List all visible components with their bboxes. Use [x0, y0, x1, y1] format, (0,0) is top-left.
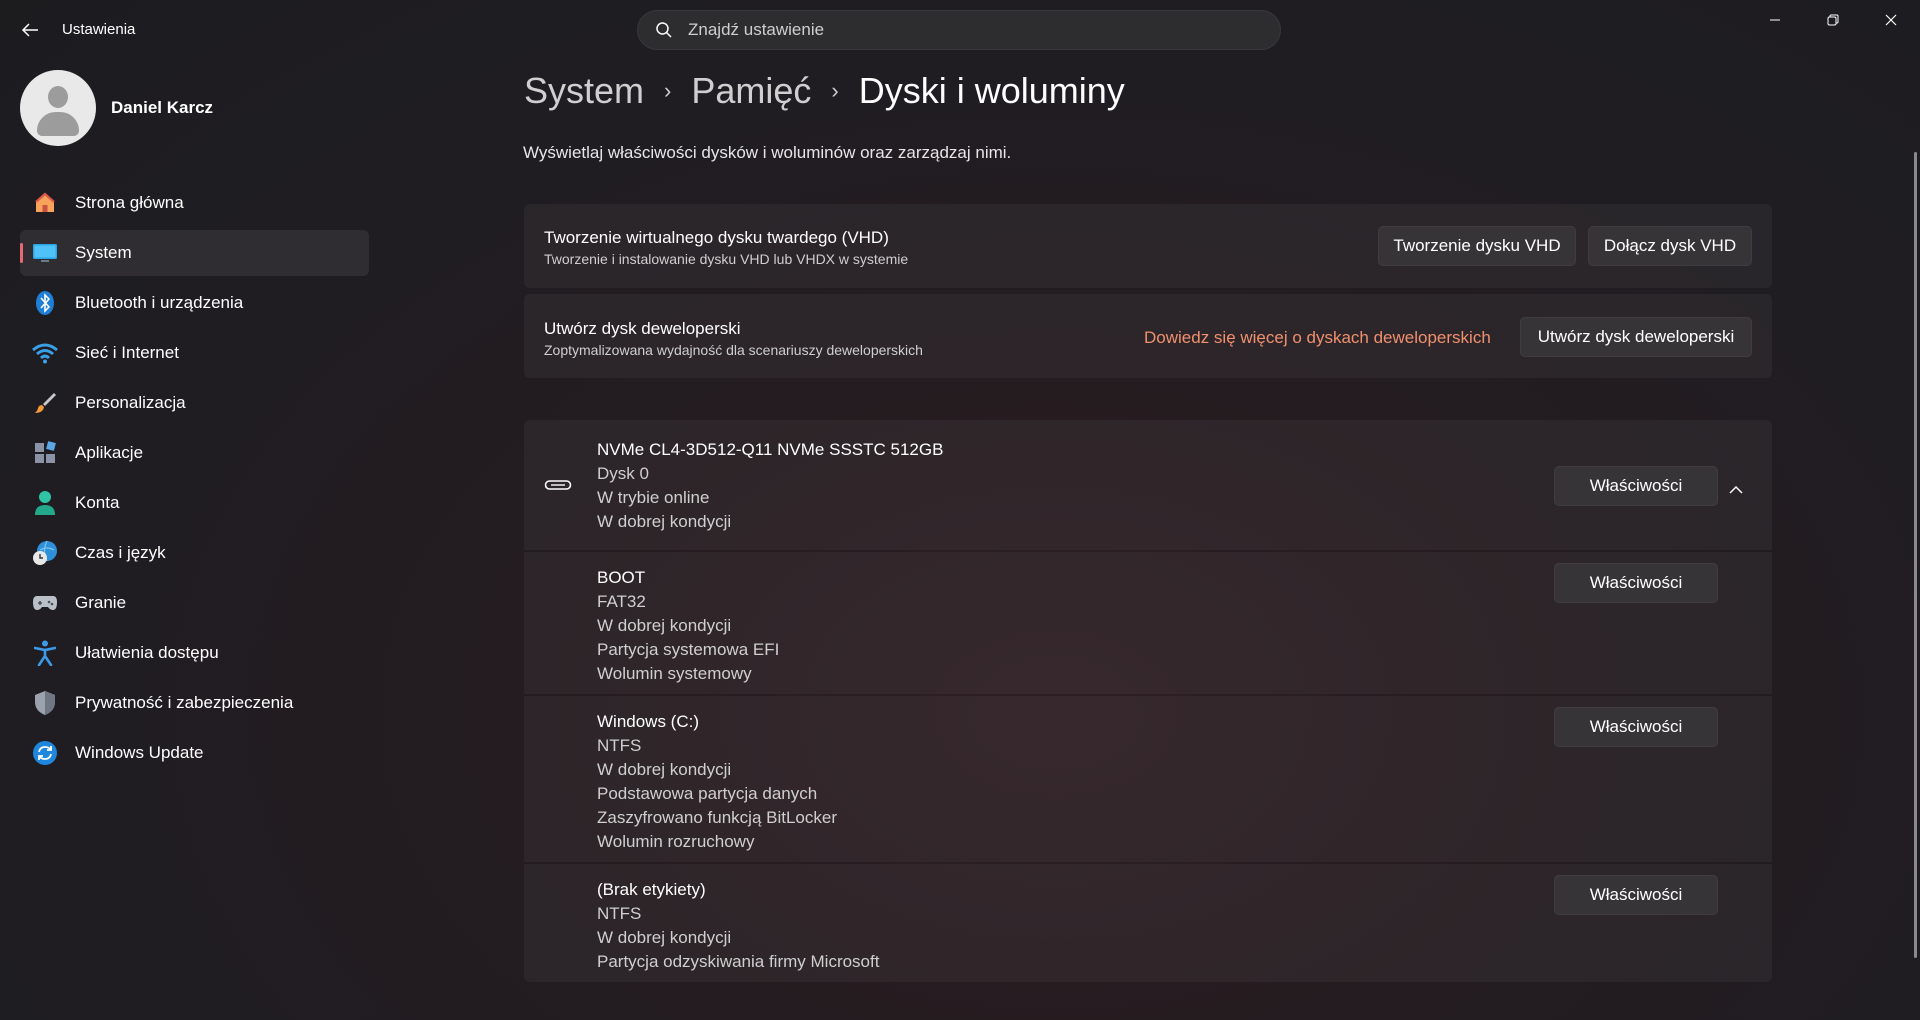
user-profile[interactable]: Daniel Karcz	[20, 70, 213, 146]
vhd-card-title: Tworzenie wirtualnego dysku twardego (VH…	[544, 228, 889, 247]
volume-filesystem: NTFS	[597, 736, 642, 755]
volume-row-recovery: (Brak etykiety) NTFS W dobrej kondycji P…	[524, 864, 1772, 982]
volume-partition-type: Podstawowa partycja danych	[597, 784, 818, 803]
disk-properties-button[interactable]: Właściwości	[1554, 466, 1718, 506]
volume-name: (Brak etykiety)	[597, 880, 706, 899]
vhd-card-description: Tworzenie i instalowanie dysku VHD lub V…	[544, 251, 909, 267]
sidebar-item-accounts[interactable]: Konta	[20, 480, 369, 526]
volume-role: Wolumin systemowy	[597, 664, 752, 683]
disk-drive-icon	[544, 477, 572, 498]
vhd-card: Tworzenie wirtualnego dysku twardego (VH…	[524, 204, 1772, 288]
volume-health: W dobrej kondycji	[597, 928, 732, 947]
volume-filesystem: FAT32	[597, 592, 646, 611]
chevron-up-icon[interactable]	[1724, 478, 1748, 502]
sidebar-item-bluetooth[interactable]: Bluetooth i urządzenia	[20, 280, 369, 326]
breadcrumb-storage[interactable]: Pamięć	[691, 70, 811, 112]
sidebar-item-home[interactable]: Strona główna	[20, 180, 369, 226]
restore-button[interactable]	[1804, 0, 1862, 40]
search-box[interactable]: Znajdź ustawienie	[637, 10, 1281, 50]
breadcrumb: System › Pamięć › Dyski i woluminy	[524, 70, 1125, 112]
apps-icon	[32, 440, 58, 466]
disk-status: W trybie online	[597, 488, 710, 507]
close-icon	[1885, 14, 1897, 26]
volume-row-windows-c: Windows (C:) NTFS W dobrej kondycji Pods…	[524, 696, 1772, 862]
disk-number: Dysk 0	[597, 464, 649, 483]
volume-name: Windows (C:)	[597, 712, 700, 731]
volume-properties-button[interactable]: Właściwości	[1554, 707, 1718, 747]
volume-info: Windows (C:) NTFS W dobrej kondycji Pods…	[597, 710, 837, 854]
attach-vhd-button[interactable]: Dołącz dysk VHD	[1588, 226, 1752, 266]
search-input[interactable]: Znajdź ustawienie	[688, 20, 824, 40]
volume-filesystem: NTFS	[597, 904, 642, 923]
bluetooth-icon	[32, 290, 58, 316]
create-vhd-button[interactable]: Tworzenie dysku VHD	[1378, 226, 1576, 266]
volume-info: (Brak etykiety) NTFS W dobrej kondycji P…	[597, 878, 879, 974]
minimize-icon	[1770, 19, 1780, 21]
sidebar-item-time-language[interactable]: Czas i język	[20, 530, 369, 576]
dev-drive-card: Utwórz dysk deweloperski Zoptymalizowana…	[524, 294, 1772, 378]
gamepad-icon	[32, 590, 58, 616]
volume-partition-type: Partycja odzyskiwania firmy Microsoft	[597, 952, 880, 971]
close-button[interactable]	[1862, 0, 1920, 40]
sidebar-item-privacy[interactable]: Prywatność i zabezpieczenia	[20, 680, 369, 726]
volume-properties-button[interactable]: Właściwości	[1554, 563, 1718, 603]
page-title: Dyski i woluminy	[858, 70, 1125, 111]
volume-info: BOOT FAT32 W dobrej kondycji Partycja sy…	[597, 566, 779, 686]
sidebar-item-accessibility[interactable]: Ułatwienia dostępu	[20, 630, 369, 676]
volume-partition-type: Partycja systemowa EFI	[597, 640, 780, 659]
restore-icon	[1827, 14, 1839, 26]
chevron-right-icon: ›	[664, 78, 672, 103]
back-button[interactable]	[12, 14, 48, 46]
home-icon	[32, 190, 58, 216]
sidebar-item-personalization[interactable]: Personalizacja	[20, 380, 369, 426]
accessibility-icon	[32, 640, 58, 666]
app-title: Ustawienia	[62, 21, 136, 38]
wifi-icon	[32, 340, 58, 366]
volume-encryption: Zaszyfrowano funkcją BitLocker	[597, 808, 837, 827]
page-subtitle: Wyświetlaj właściwości dysków i woluminó…	[523, 143, 1012, 162]
title-bar: Ustawienia Znajdź ustawienie	[0, 0, 1920, 60]
sidebar-item-apps[interactable]: Aplikacje	[20, 430, 369, 476]
sidebar-item-windows-update[interactable]: Windows Update	[20, 730, 369, 776]
volume-health: W dobrej kondycji	[597, 760, 732, 779]
scrollbar[interactable]	[1914, 152, 1917, 958]
brush-icon	[32, 390, 58, 416]
dev-drive-card-description: Zoptymalizowana wydajność dla scenariusz…	[544, 342, 923, 358]
disk-header-row[interactable]: NVMe CL4-3D512-Q11 NVMe SSSTC 512GB Dysk…	[524, 420, 1772, 550]
sidebar-nav: Strona główna System Bluetooth i urządze…	[20, 180, 369, 780]
disk-info: NVMe CL4-3D512-Q11 NVMe SSSTC 512GB Dysk…	[597, 438, 943, 534]
system-display-icon	[32, 240, 58, 266]
chevron-right-icon: ›	[831, 78, 839, 103]
breadcrumb-system[interactable]: System	[524, 70, 644, 112]
user-name: Daniel Karcz	[111, 98, 214, 117]
time-language-icon	[32, 540, 58, 566]
disk-name: NVMe CL4-3D512-Q11 NVMe SSSTC 512GB	[597, 440, 944, 459]
create-dev-drive-button[interactable]: Utwórz dysk deweloperski	[1520, 317, 1752, 357]
disk-health: W dobrej kondycji	[597, 512, 732, 531]
shield-icon	[32, 690, 58, 716]
account-icon	[32, 490, 58, 516]
back-arrow-icon	[21, 23, 38, 37]
windows-update-icon	[32, 740, 58, 766]
volume-properties-button[interactable]: Właściwości	[1554, 875, 1718, 915]
volume-row-boot: BOOT FAT32 W dobrej kondycji Partycja sy…	[524, 552, 1772, 694]
dev-drive-learn-more-link[interactable]: Dowiedz się więcej o dyskach dewelopersk…	[1144, 328, 1491, 348]
sidebar-item-system[interactable]: System	[20, 230, 369, 276]
volume-health: W dobrej kondycji	[597, 616, 732, 635]
sidebar-item-gaming[interactable]: Granie	[20, 580, 369, 626]
volume-name: BOOT	[597, 568, 646, 587]
sidebar-item-network[interactable]: Sieć i Internet	[20, 330, 369, 376]
volume-role: Wolumin rozruchowy	[597, 832, 755, 851]
search-icon	[654, 20, 674, 40]
avatar	[20, 70, 96, 146]
dev-drive-card-title: Utwórz dysk deweloperski	[544, 319, 741, 338]
minimize-button[interactable]	[1746, 0, 1804, 40]
window-controls	[1746, 0, 1920, 40]
